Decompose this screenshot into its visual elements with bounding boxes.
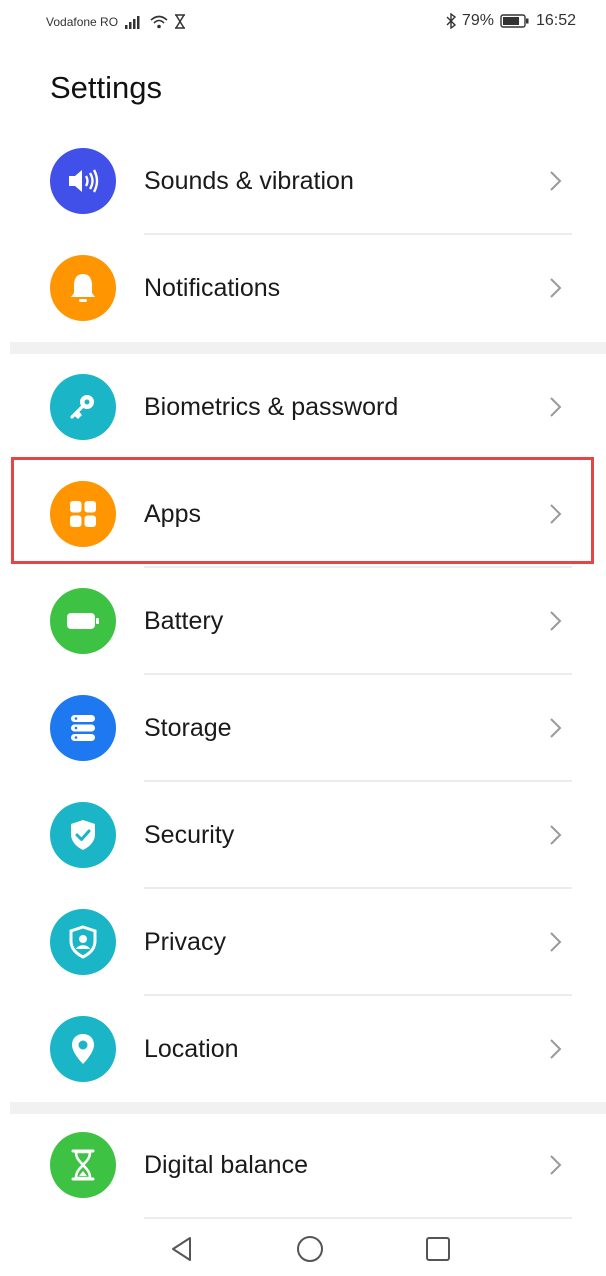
- status-bar: Vodafone RO 79% 16:52: [0, 0, 606, 44]
- settings-group-3: Digital balance: [0, 1112, 606, 1219]
- battery-icon: [500, 14, 530, 28]
- chevron-right-icon: [550, 1155, 562, 1175]
- chevron-right-icon: [550, 932, 562, 952]
- settings-item-label: Notifications: [144, 274, 281, 302]
- settings-item-label: Digital balance: [144, 1151, 308, 1179]
- status-left: Vodafone RO: [46, 14, 186, 29]
- chevron-right-icon: [550, 278, 562, 298]
- settings-item-sounds[interactable]: Sounds & vibration: [0, 128, 606, 235]
- apps-highlight-box: [11, 457, 594, 564]
- row-divider: [144, 1217, 572, 1219]
- settings-item-security[interactable]: Security: [0, 782, 606, 889]
- chevron-right-icon: [550, 825, 562, 845]
- chevron-right-icon: [550, 171, 562, 191]
- settings-item-privacy[interactable]: Privacy: [0, 889, 606, 996]
- page-title: Settings: [50, 70, 163, 105]
- settings-item-storage[interactable]: Storage: [0, 675, 606, 782]
- settings-item-label: Privacy: [144, 928, 226, 956]
- home-circle-icon[interactable]: [295, 1234, 325, 1264]
- settings-group-1: Sounds & vibration Notifications: [0, 128, 606, 342]
- key-icon: [50, 374, 116, 440]
- hourglass-icon: [50, 1132, 116, 1198]
- chevron-right-icon: [550, 1039, 562, 1059]
- section-separator: [10, 342, 606, 354]
- settings-item-battery[interactable]: Battery: [0, 568, 606, 675]
- settings-item-digital-balance[interactable]: Digital balance: [0, 1112, 606, 1219]
- location-pin-icon: [50, 1016, 116, 1082]
- privacy-shield-icon: [50, 909, 116, 975]
- chevron-right-icon: [550, 397, 562, 417]
- carrier-name: Vodafone RO: [46, 14, 119, 29]
- storage-icon: [50, 695, 116, 761]
- chevron-right-icon: [550, 718, 562, 738]
- settings-item-label: Location: [144, 1035, 239, 1063]
- shield-check-icon: [50, 802, 116, 868]
- chevron-right-icon: [550, 611, 562, 631]
- signal-icon: [124, 15, 144, 29]
- settings-item-label: Storage: [144, 714, 232, 742]
- bluetooth-icon: [446, 13, 456, 29]
- settings-item-label: Battery: [144, 607, 224, 635]
- status-right: 79% 16:52: [446, 12, 576, 30]
- navigation-bar: [0, 1224, 606, 1276]
- back-triangle-icon[interactable]: [168, 1234, 196, 1264]
- settings-item-notifications[interactable]: Notifications: [0, 235, 606, 342]
- settings-item-label: Biometrics & password: [144, 393, 399, 421]
- battery-percent: 79%: [461, 12, 494, 29]
- recents-square-icon[interactable]: [424, 1234, 452, 1264]
- settings-item-biometrics[interactable]: Biometrics & password: [0, 354, 606, 461]
- wifi-icon: [150, 15, 168, 29]
- settings-item-location[interactable]: Location: [0, 996, 606, 1103]
- hourglass-icon: [174, 14, 186, 29]
- speaker-icon: [50, 148, 116, 214]
- bell-icon: [50, 255, 116, 321]
- clock: 16:52: [535, 12, 576, 29]
- settings-item-label: Security: [144, 821, 235, 849]
- battery-icon: [50, 588, 116, 654]
- settings-item-label: Sounds & vibration: [144, 167, 354, 195]
